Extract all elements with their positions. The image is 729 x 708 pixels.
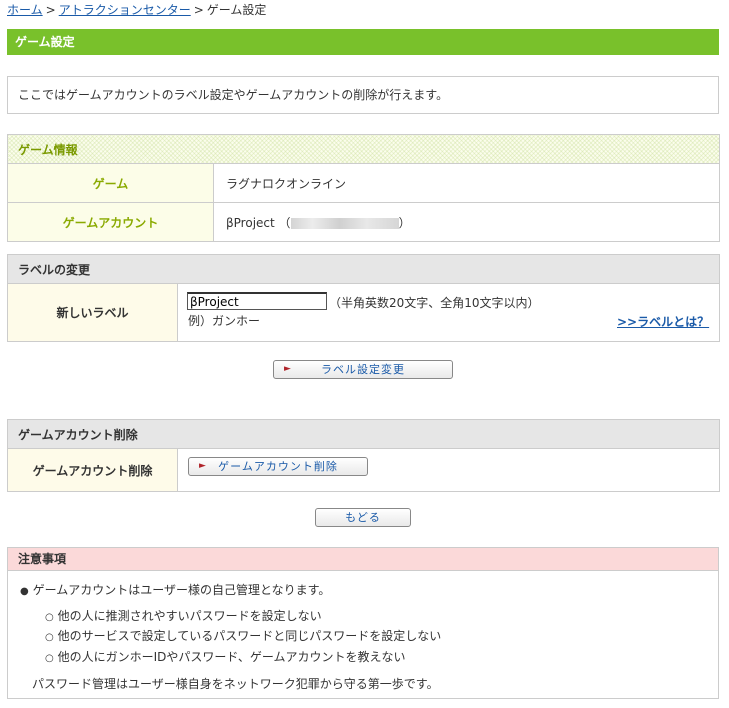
intro-text: ここではゲームアカウントのラベル設定やゲームアカウントの削除が行えます。 — [7, 76, 719, 114]
game-info-heading: ゲーム情報 — [6, 134, 721, 164]
game-account-name: βProject — [226, 215, 275, 230]
label-change-heading: ラベルの変更 — [6, 254, 721, 284]
notice-heading: 注意事項 — [7, 547, 719, 571]
redacted-account-id — [290, 217, 399, 229]
notice-sub-item: ○ 他の人にガンホーIDやパスワード、ゲームアカウントを教えない — [45, 648, 406, 665]
game-account-value-cell: βProject （ ） — [212, 202, 721, 242]
game-info-table: ゲーム情報 ゲーム ラグナロクオンライン ゲームアカウント βProject （… — [6, 134, 721, 242]
bullet-circle-icon: ○ — [45, 612, 54, 623]
arrow-right-icon: ► — [284, 364, 292, 374]
notice-sub-text: 他の人にガンホーIDやパスワード、ゲームアカウントを教えない — [57, 650, 406, 664]
game-label: ゲーム — [7, 163, 214, 203]
account-delete-button-text: ゲームアカウント削除 — [218, 460, 338, 473]
account-delete-button[interactable]: ► ゲームアカウント削除 — [188, 457, 368, 476]
bullet-circle-icon: ○ — [45, 653, 54, 664]
back-button[interactable]: もどる — [315, 508, 411, 527]
breadcrumb-attraction-link[interactable]: アトラクションセンター — [59, 3, 191, 17]
page-title: ゲーム設定 — [7, 29, 719, 55]
notice-sub-item: ○ 他のサービスで設定しているパスワードと同じパスワードを設定しない — [45, 627, 441, 644]
notice-main-item: ● ゲームアカウントはユーザー様の自己管理となります。 — [20, 581, 330, 598]
label-hint: （半角英数20文字、全角10文字以内） — [329, 296, 540, 310]
notice-sub-text: 他の人に推測されやすいパスワードを設定しない — [57, 609, 322, 623]
bullet-disc-icon: ● — [20, 586, 29, 597]
breadcrumb-separator: > — [45, 3, 56, 17]
new-label-label: 新しいラベル — [7, 283, 178, 342]
paren-close: ） — [398, 215, 411, 230]
paren-open: （ — [278, 215, 291, 230]
bullet-circle-icon: ○ — [45, 632, 54, 643]
breadcrumb: ホーム > アトラクションセンター > ゲーム設定 — [7, 2, 266, 18]
label-help-link[interactable]: >>ラベルとは？ — [617, 313, 709, 330]
notice-sub-text: 他のサービスで設定しているパスワードと同じパスワードを設定しない — [57, 629, 442, 643]
game-account-label: ゲームアカウント — [7, 202, 214, 242]
breadcrumb-separator: > — [193, 3, 204, 17]
game-value: ラグナロクオンライン — [212, 163, 721, 203]
arrow-right-icon: ► — [199, 461, 207, 471]
account-delete-label: ゲームアカウント削除 — [7, 448, 178, 492]
account-delete-table: ゲームアカウント削除 ゲームアカウント削除 — [7, 419, 720, 492]
label-example: 例）ガンホー — [188, 314, 261, 328]
label-submit-button[interactable]: ► ラベル設定変更 — [273, 360, 453, 379]
breadcrumb-current: ゲーム設定 — [206, 3, 267, 17]
notice-main-text: ゲームアカウントはユーザー様の自己管理となります。 — [32, 583, 331, 597]
breadcrumb-home-link[interactable]: ホーム — [7, 3, 43, 17]
new-label-input[interactable] — [187, 292, 327, 310]
label-submit-text: ラベル設定変更 — [321, 363, 405, 376]
notice-footer: パスワード管理はユーザー様自身をネットワーク犯罪から守る第一歩です。 — [32, 677, 439, 691]
notice-sub-item: ○ 他の人に推測されやすいパスワードを設定しない — [45, 607, 322, 624]
account-delete-heading: ゲームアカウント削除 — [7, 419, 720, 449]
